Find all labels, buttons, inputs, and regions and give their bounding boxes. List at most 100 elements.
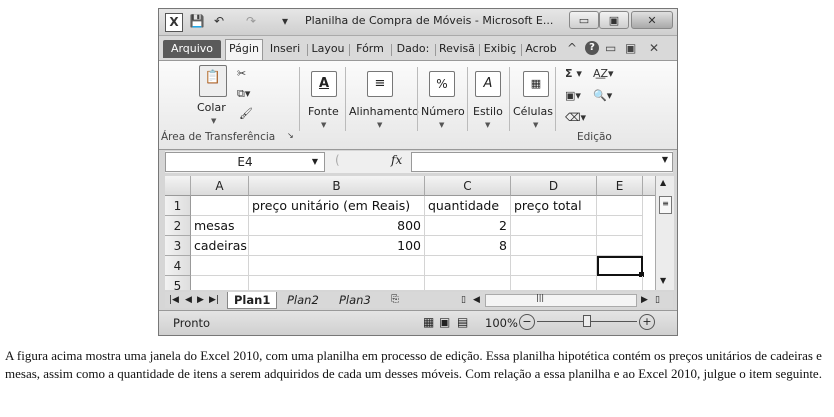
row-header-1[interactable]: 1: [165, 196, 191, 216]
cell-c1[interactable]: quantidade: [425, 196, 511, 216]
copy-icon[interactable]: ⧉▾: [237, 87, 250, 101]
insert-sheet-icon[interactable]: ⎘: [391, 292, 399, 308]
page-break-view-icon[interactable]: ▤: [457, 315, 468, 329]
sheet-tab-plan1[interactable]: Plan1: [227, 292, 278, 309]
chevron-down-icon[interactable]: ▼: [211, 117, 216, 125]
zoom-out-icon[interactable]: −: [519, 314, 535, 330]
first-sheet-icon[interactable]: |◀: [169, 292, 179, 308]
scroll-down-icon[interactable]: ▼: [660, 276, 666, 285]
zoom-in-icon[interactable]: +: [639, 314, 655, 330]
hsplit-icon[interactable]: ▯: [655, 292, 660, 308]
cell-e1[interactable]: [597, 196, 643, 216]
tab-layout[interactable]: Layou: [309, 40, 347, 58]
font-icon[interactable]: A: [311, 71, 337, 97]
save-icon[interactable]: 💾: [189, 13, 205, 30]
cut-icon[interactable]: ✂: [237, 67, 246, 80]
cells-icon[interactable]: ▦: [523, 71, 549, 97]
cell-b2[interactable]: 800: [249, 216, 425, 236]
chevron-down-icon[interactable]: ▼: [321, 121, 326, 129]
next-sheet-icon[interactable]: ▶: [197, 292, 204, 308]
cell-e4-selected[interactable]: [597, 256, 643, 276]
cell-a5[interactable]: [191, 276, 249, 290]
cell-a3[interactable]: cadeiras: [191, 236, 249, 256]
cell-c2[interactable]: 2: [425, 216, 511, 236]
column-header-b[interactable]: B: [249, 176, 425, 196]
chevron-down-icon[interactable]: ▼: [312, 153, 318, 171]
row-header-2[interactable]: 2: [165, 216, 191, 236]
column-header-d[interactable]: D: [511, 176, 597, 196]
select-all-corner[interactable]: [165, 176, 191, 196]
formula-input[interactable]: ▼: [411, 152, 673, 172]
cell-d5[interactable]: [511, 276, 597, 290]
cell-e2[interactable]: [597, 216, 643, 236]
close-button[interactable]: ✕: [631, 11, 673, 29]
sum-icon[interactable]: Σ ▾: [565, 67, 582, 80]
number-format-icon[interactable]: %: [429, 71, 455, 97]
column-header-e[interactable]: E: [597, 176, 643, 196]
format-painter-icon[interactable]: 🖌: [239, 107, 253, 120]
sheet-tab-plan3[interactable]: Plan3: [339, 292, 371, 308]
cell-c3[interactable]: 8: [425, 236, 511, 256]
row-header-4[interactable]: 4: [165, 256, 191, 276]
insert-function-icon[interactable]: fx: [391, 153, 402, 167]
tab-formulas[interactable]: Fórm: [351, 40, 389, 58]
tab-inserir[interactable]: Inseri: [265, 40, 305, 58]
cell-d2[interactable]: [511, 216, 597, 236]
cell-b5[interactable]: [249, 276, 425, 290]
chevron-down-icon[interactable]: ▼: [377, 121, 382, 129]
row-header-5[interactable]: 5: [165, 276, 191, 290]
restore-button[interactable]: ▣: [599, 11, 629, 29]
cell-b3[interactable]: 100: [249, 236, 425, 256]
scroll-up-icon[interactable]: ▲: [660, 178, 666, 187]
paste-icon[interactable]: 📋: [199, 65, 227, 97]
dialog-launcher-icon[interactable]: ↘: [287, 131, 294, 140]
tab-dados[interactable]: Dado:: [393, 40, 433, 58]
sort-filter-icon[interactable]: A͟Z▾: [593, 67, 614, 80]
cell-b4[interactable]: [249, 256, 425, 276]
scroll-left-icon[interactable]: ◀: [473, 292, 480, 308]
cell-d1[interactable]: preço total: [511, 196, 597, 216]
fill-icon[interactable]: ▣▾: [565, 89, 581, 102]
row-header-3[interactable]: 3: [165, 236, 191, 256]
prev-sheet-icon[interactable]: ◀: [185, 292, 192, 308]
style-icon[interactable]: A: [475, 71, 501, 97]
scroll-thumb[interactable]: ≡: [659, 196, 672, 214]
scroll-right-icon[interactable]: ▶: [641, 292, 648, 308]
clear-icon[interactable]: ⌫▾: [565, 111, 586, 124]
workbook-close-icon[interactable]: ✕: [649, 41, 659, 55]
tab-arquivo[interactable]: Arquivo: [163, 40, 221, 58]
alignment-button-label[interactable]: Alinhamento: [349, 105, 419, 118]
chevron-down-icon[interactable]: ▼: [439, 121, 444, 129]
tab-pagina[interactable]: Págin: [225, 39, 263, 61]
cell-e3[interactable]: [597, 236, 643, 256]
cell-c5[interactable]: [425, 276, 511, 290]
cell-a1[interactable]: [191, 196, 249, 216]
minimize-button[interactable]: ▭: [569, 11, 599, 29]
paste-button-label[interactable]: Colar: [197, 101, 226, 114]
number-button-label[interactable]: Número: [421, 105, 465, 118]
hscroll-thumb[interactable]: |||: [536, 293, 544, 302]
name-box[interactable]: E4 ▼: [165, 152, 325, 172]
workbook-restore-icon[interactable]: ▣: [625, 41, 636, 55]
excel-icon[interactable]: X: [165, 13, 183, 32]
sheet-tab-plan2[interactable]: Plan2: [287, 292, 319, 308]
column-header-a[interactable]: A: [191, 176, 249, 196]
redo-icon[interactable]: ↷: [243, 13, 259, 30]
tab-exibicao[interactable]: Exibiç: [481, 40, 519, 58]
help-icon[interactable]: ?: [585, 41, 599, 55]
workbook-minimize-icon[interactable]: ▭: [605, 41, 616, 55]
zoom-level[interactable]: 100%: [485, 316, 518, 330]
tab-split-icon[interactable]: ▯: [461, 292, 466, 308]
alignment-icon[interactable]: ≡: [367, 71, 393, 97]
style-button-label[interactable]: Estilo: [473, 105, 503, 118]
cell-c4[interactable]: [425, 256, 511, 276]
minimize-ribbon-icon[interactable]: ^: [567, 41, 577, 55]
horizontal-scrollbar[interactable]: |||: [485, 293, 637, 307]
last-sheet-icon[interactable]: ▶|: [209, 292, 219, 308]
find-icon[interactable]: 🔍▾: [593, 89, 612, 102]
expand-formula-icon[interactable]: ▼: [662, 155, 668, 164]
cell-a2[interactable]: mesas: [191, 216, 249, 236]
font-button-label[interactable]: Fonte: [308, 105, 339, 118]
tab-revisao[interactable]: Revisã: [437, 40, 477, 58]
undo-icon[interactable]: ↶: [211, 13, 227, 30]
